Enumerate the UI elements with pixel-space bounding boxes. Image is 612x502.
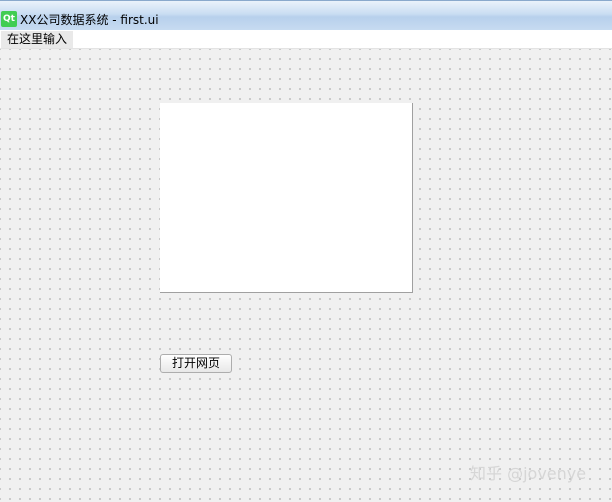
title-bar[interactable]: Qt XX公司数据系统 - first.ui <box>0 0 612 30</box>
menu-type-here-placeholder[interactable]: 在这里输入 <box>1 31 74 48</box>
menu-bar: 在这里输入 <box>0 30 612 49</box>
open-webpage-button[interactable]: 打开网页 <box>160 354 232 373</box>
watermark: 知乎 @jovenye <box>470 464 587 483</box>
qt-logo-icon: Qt <box>1 11 17 27</box>
designer-window: Qt XX公司数据系统 - first.ui 在这里输入 打开网页 知乎 @jo… <box>0 0 612 502</box>
web-view-widget[interactable] <box>160 103 413 293</box>
window-title: XX公司数据系统 - first.ui <box>20 13 159 27</box>
